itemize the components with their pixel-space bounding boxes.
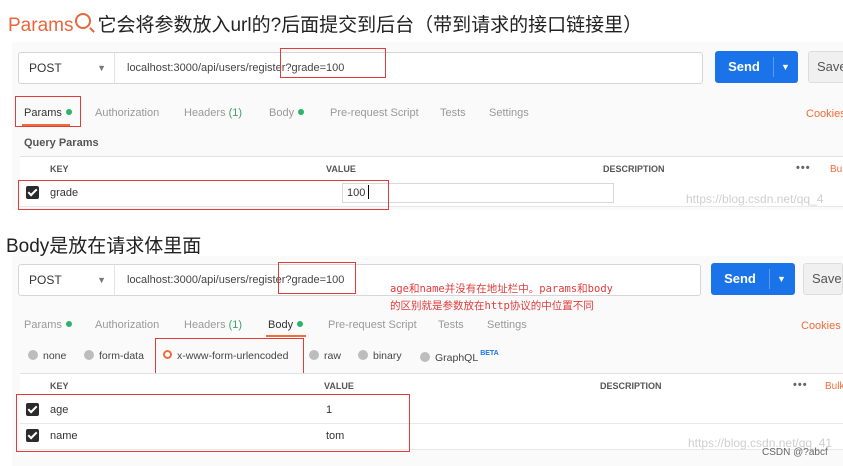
bulk-edit-link[interactable]: Bu — [830, 164, 842, 175]
radio-icon — [309, 350, 319, 360]
cookies-link[interactable]: Cookies — [801, 320, 841, 332]
description-header: DESCRIPTION — [600, 381, 662, 391]
tab-headers[interactable]: Headers (1) — [184, 319, 242, 331]
params-keyword: Params — [8, 15, 74, 36]
tab-tests[interactable]: Tests — [438, 319, 464, 331]
radio-raw[interactable]: raw — [309, 350, 341, 362]
annotation-note: age和name并没有在地址栏中。params和body 的区别就是参数放在ht… — [390, 281, 613, 315]
params-tab-highlight-box — [15, 96, 81, 127]
tab-authorization[interactable]: Authorization — [95, 107, 159, 119]
description-header: DESCRIPTION — [603, 164, 665, 174]
tab-pre-request-script[interactable]: Pre-request Script — [328, 319, 417, 331]
radio-label: none — [43, 350, 67, 362]
radio-binary[interactable]: binary — [358, 350, 402, 362]
query-params-label: Query Params — [24, 137, 99, 149]
watermark: https://blog.csdn.net/qq_4 — [686, 192, 824, 206]
tab-body[interactable]: Body — [269, 107, 305, 119]
radio-icon — [28, 350, 38, 360]
send-button[interactable]: Send ▼ — [715, 51, 798, 83]
radio-form-data[interactable]: form-data — [84, 350, 144, 362]
radio-icon — [358, 350, 368, 360]
active-dot-icon — [298, 109, 305, 115]
annotation-line: 的区别就是参数放在http协议的中位置不同 — [390, 300, 594, 312]
radio-graphql[interactable]: GraphQL BETA — [420, 350, 499, 364]
cookies-link[interactable]: Cookies — [806, 108, 843, 120]
body-heading: Body是放在请求体里面 — [6, 236, 202, 257]
params-table-header: KEY VALUE DESCRIPTION ••• Bu — [20, 156, 843, 182]
radio-icon — [420, 352, 430, 362]
method-label: POST — [29, 61, 62, 75]
value-header: VALUE — [326, 164, 356, 174]
send-separator — [769, 269, 770, 289]
params-heading: Params 它会将参数放入url的?后面提交到后台（带到请求的接口链接里） — [8, 10, 642, 37]
headers-count: (1) — [228, 107, 243, 119]
save-button[interactable]: Save — [803, 263, 843, 295]
annotation-line: age和name并没有在地址栏中。params和body — [390, 283, 613, 295]
method-select[interactable]: POST ▼ — [19, 53, 115, 83]
body-type-highlight-box — [155, 338, 304, 376]
radio-label: binary — [373, 350, 402, 362]
tab-settings[interactable]: Settings — [489, 107, 529, 119]
chevron-down-icon: ▼ — [97, 63, 106, 73]
save-button[interactable]: Save — [808, 51, 843, 83]
headers-count: (1) — [228, 319, 243, 331]
bulk-edit-link[interactable]: Bulk — [825, 381, 843, 392]
tab-label: Headers — [184, 319, 226, 331]
send-button[interactable]: Send ▼ — [711, 263, 795, 295]
tab-params[interactable]: Params — [24, 319, 72, 331]
tab-label: Body — [269, 107, 295, 119]
tab-authorization[interactable]: Authorization — [95, 319, 159, 331]
active-dot-icon — [65, 321, 72, 327]
send-separator — [773, 57, 774, 77]
radio-label: raw — [324, 350, 341, 362]
more-options-icon[interactable]: ••• — [793, 379, 808, 391]
more-options-icon[interactable]: ••• — [796, 162, 811, 174]
chevron-down-icon: ▼ — [97, 275, 106, 285]
rows-highlight-box — [16, 394, 410, 452]
radio-label: form-data — [99, 350, 144, 362]
tab-body[interactable]: Body — [268, 319, 304, 331]
csdn-credit: CSDN @?abcf — [762, 447, 828, 458]
tab-label: Params — [24, 319, 62, 331]
tab-settings[interactable]: Settings — [487, 319, 527, 331]
key-header: KEY — [50, 164, 69, 174]
tab-label: Headers — [184, 107, 226, 119]
beta-badge: BETA — [480, 350, 499, 357]
send-label: Send — [728, 59, 760, 74]
tab-headers[interactable]: Headers (1) — [184, 107, 242, 119]
tab-pre-request-script[interactable]: Pre-request Script — [330, 107, 419, 119]
tab-label: Body — [268, 319, 294, 331]
search-icon — [75, 13, 92, 29]
method-select[interactable]: POST ▼ — [19, 265, 115, 295]
radio-none[interactable]: none — [28, 350, 66, 362]
row-highlight-box — [18, 180, 389, 210]
method-label: POST — [29, 273, 62, 287]
params-heading-text: 它会将参数放入url的?后面提交到后台（带到请求的接口链接里） — [97, 15, 643, 36]
active-dot-icon — [297, 321, 304, 327]
url-highlight-box — [280, 48, 386, 78]
tab-tests[interactable]: Tests — [440, 107, 466, 119]
chevron-down-icon[interactable]: ▼ — [781, 51, 790, 83]
radio-icon — [84, 350, 94, 360]
chevron-down-icon[interactable]: ▼ — [777, 263, 786, 295]
send-label: Send — [724, 271, 756, 286]
active-tab-underline — [266, 335, 306, 337]
radio-label: GraphQL — [435, 352, 479, 364]
url-highlight-box — [278, 262, 356, 294]
